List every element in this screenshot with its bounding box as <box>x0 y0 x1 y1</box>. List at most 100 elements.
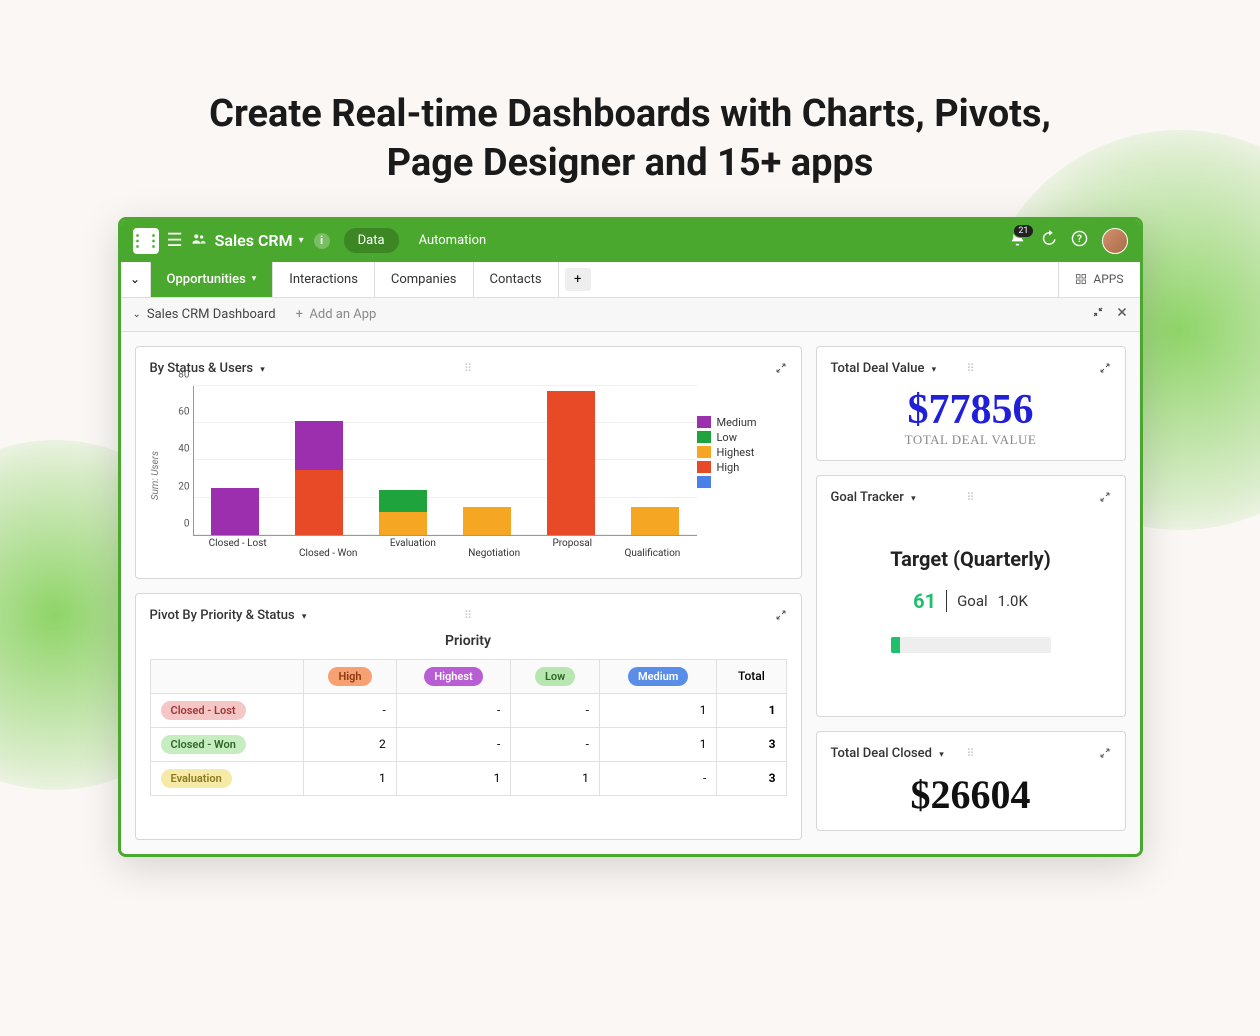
collapse-icon[interactable] <box>1092 306 1104 322</box>
expand-icon[interactable] <box>1099 744 1111 763</box>
goal-progress <box>891 637 1051 653</box>
table-cell: 2 <box>304 727 397 761</box>
table-cell: 1 <box>599 727 716 761</box>
table-cell: - <box>396 693 511 727</box>
nav-automation[interactable]: Automation <box>405 228 501 253</box>
legend-item: Medium <box>697 416 787 429</box>
table-cell: - <box>511 727 600 761</box>
table-cell: 1 <box>599 693 716 727</box>
table-cell: 3 <box>717 727 786 761</box>
dashboard-title[interactable]: Sales CRM Dashboard <box>147 307 276 322</box>
table-row: Evaluation111-3 <box>150 761 786 795</box>
app-title[interactable]: Sales CRM <box>215 231 293 250</box>
history-icon[interactable] <box>1040 230 1057 251</box>
pivot-heading: Priority <box>150 633 787 649</box>
column-header: Total <box>717 659 786 693</box>
x-tick-label: Negotiation <box>468 548 520 559</box>
drag-icon[interactable]: ⠿ <box>966 362 974 375</box>
x-tick-label: Closed - Won <box>299 548 357 559</box>
x-tick-label: Proposal <box>552 538 592 549</box>
drag-icon[interactable]: ⠿ <box>966 747 974 760</box>
widget-title[interactable]: Total Deal Value ▾ <box>831 361 937 376</box>
drag-icon[interactable]: ⠿ <box>464 362 472 375</box>
svg-text:?: ? <box>1077 234 1082 245</box>
menu-icon[interactable]: ☰ <box>167 230 183 251</box>
table-cell: 1 <box>304 761 397 795</box>
closed-amount: $26604 <box>831 771 1111 818</box>
table-cell: - <box>396 727 511 761</box>
chart-bar[interactable] <box>379 386 427 535</box>
apps-button[interactable]: APPS <box>1058 262 1139 297</box>
row-pill: Closed - Lost <box>161 701 246 720</box>
row-pill: Closed - Won <box>161 735 246 754</box>
drag-icon[interactable]: ⠿ <box>966 491 974 504</box>
widget-title[interactable]: Goal Tracker ▾ <box>831 490 916 505</box>
widget-goal-tracker: Goal Tracker ▾ ⠿ Target (Quarterly) 61 G… <box>816 475 1126 717</box>
app-window: ⋮⋮ ☰ Sales CRM ▾ i Data Automation 21 ? … <box>118 217 1143 857</box>
column-pill: Medium <box>628 667 688 686</box>
legend-item: High <box>697 461 787 474</box>
expand-icon[interactable] <box>775 606 787 625</box>
x-tick-label: Closed - Lost <box>209 538 267 549</box>
widget-pivot: Pivot By Priority & Status ▾ ⠿ Priority … <box>135 593 802 840</box>
tab-interactions[interactable]: Interactions <box>273 262 375 297</box>
chevron-down-icon[interactable]: ▾ <box>299 235 304 246</box>
column-pill: Low <box>535 667 575 686</box>
column-pill: High <box>328 667 371 686</box>
table-cell: 3 <box>717 761 786 795</box>
help-icon[interactable]: ? <box>1071 230 1088 251</box>
expand-icon[interactable] <box>775 359 787 378</box>
notifications-icon[interactable]: 21 <box>1009 230 1026 251</box>
goal-current: 61 <box>913 589 936 613</box>
table-cell: 1 <box>396 761 511 795</box>
chart-bar[interactable] <box>631 386 679 535</box>
expand-icon[interactable] <box>1099 359 1111 378</box>
y-axis-label: Sum: Users <box>150 451 161 500</box>
table-row: Closed - Lost---11 <box>150 693 786 727</box>
avatar[interactable] <box>1102 228 1128 254</box>
legend-item: Low <box>697 431 787 444</box>
widget-title[interactable]: Pivot By Priority & Status ▾ <box>150 608 307 623</box>
column-pill: Highest <box>424 667 482 686</box>
info-icon[interactable]: i <box>314 233 330 249</box>
people-icon[interactable] <box>191 231 207 251</box>
x-tick-label: Evaluation <box>390 538 436 549</box>
table-cell: - <box>599 761 716 795</box>
widget-title[interactable]: Total Deal Closed ▾ <box>831 746 944 761</box>
goal-heading: Target (Quarterly) <box>831 547 1111 571</box>
tab-collapse-icon[interactable]: ⌄ <box>121 262 151 297</box>
chart-bar[interactable] <box>547 386 595 535</box>
app-logo-icon[interactable]: ⋮⋮ <box>133 228 159 254</box>
row-pill: Evaluation <box>161 769 232 788</box>
topbar: ⋮⋮ ☰ Sales CRM ▾ i Data Automation 21 ? <box>121 220 1140 262</box>
drag-icon[interactable]: ⠿ <box>464 609 472 622</box>
table-cell: - <box>511 693 600 727</box>
tabbar: ⌄ Opportunities▾ Interactions Companies … <box>121 262 1140 298</box>
pivot-table: HighHighestLowMediumTotalClosed - Lost--… <box>150 659 787 796</box>
add-app-button[interactable]: + Add an App <box>296 307 377 322</box>
deal-value-amount: $77856 <box>831 386 1111 434</box>
close-icon[interactable] <box>1116 306 1128 322</box>
hero-title: Create Real-time Dashboards with Charts,… <box>0 90 1260 189</box>
widget-deal-value: Total Deal Value ▾ ⠿ $77856 TOTAL DEAL V… <box>816 346 1126 461</box>
widget-deal-closed: Total Deal Closed ▾ ⠿ $26604 <box>816 731 1126 831</box>
add-tab-button[interactable]: + <box>565 268 591 291</box>
chart-bar[interactable] <box>211 386 259 535</box>
chevron-down-icon[interactable]: ⌄ <box>133 309 141 320</box>
legend-item <box>697 476 787 488</box>
chart-legend: Medium Low Highest High <box>697 386 787 566</box>
chart-bar[interactable] <box>295 386 343 535</box>
nav-data[interactable]: Data <box>344 228 399 253</box>
table-cell: 1 <box>511 761 600 795</box>
tab-contacts[interactable]: Contacts <box>474 262 559 297</box>
widget-status-users: By Status & Users ▾ ⠿ Sum: Users 0204060… <box>135 346 802 579</box>
legend-item: Highest <box>697 446 787 459</box>
table-cell: 1 <box>717 693 786 727</box>
subbar: ⌄ Sales CRM Dashboard + Add an App <box>121 298 1140 332</box>
chart-bar[interactable] <box>463 386 511 535</box>
tab-opportunities[interactable]: Opportunities▾ <box>151 262 274 297</box>
tab-companies[interactable]: Companies <box>375 262 474 297</box>
goal-total: 1.0K <box>998 592 1028 610</box>
expand-icon[interactable] <box>1099 488 1111 507</box>
table-row: Closed - Won2--13 <box>150 727 786 761</box>
